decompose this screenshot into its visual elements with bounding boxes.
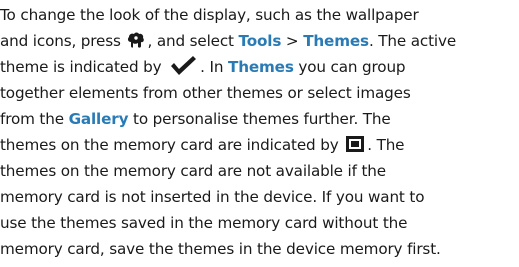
menu-keyword: Tools	[238, 32, 282, 50]
text-segment: >	[281, 32, 304, 50]
check-icon	[168, 54, 198, 76]
document: To change the look of the display, such …	[0, 0, 519, 267]
text-line: use the themes saved in the memory card …	[0, 210, 519, 236]
text-line: themes on the memory card are indicated …	[0, 132, 519, 158]
text-line: memory card is not inserted in the devic…	[0, 184, 519, 210]
text-segment: . The active	[368, 32, 457, 50]
text-segment: together elements from other themes or s…	[0, 84, 411, 102]
text-line: together elements from other themes or s…	[0, 80, 519, 106]
text-segment: to personalise themes further. The	[128, 110, 391, 128]
menu-key-icon	[126, 31, 146, 49]
menu-keyword: Themes	[227, 58, 294, 76]
text-segment: from the	[0, 110, 69, 128]
menu-keyword: Themes	[303, 32, 369, 50]
text-segment: theme is indicated by	[0, 58, 167, 76]
text-line: To change the look of the display, such …	[0, 2, 519, 28]
text-line: from the Gallery to personalise themes f…	[0, 106, 519, 132]
text-segment: To change the look of the display, such …	[0, 6, 419, 24]
text-segment: use the themes saved in the memory card …	[0, 214, 408, 232]
text-segment: memory card is not inserted in the devic…	[0, 188, 425, 206]
text-line: and icons, press , and select Tools > Th…	[0, 28, 519, 54]
text-segment: themes on the memory card are not availa…	[0, 162, 386, 180]
text-line: theme is indicated by . In Themes you ca…	[0, 54, 519, 80]
text-segment: , and select	[147, 32, 239, 50]
memory-card-icon	[345, 135, 365, 153]
text-line: memory card, save the themes in the devi…	[0, 236, 519, 262]
themes-paragraph: To change the look of the display, such …	[0, 2, 519, 262]
text-line: themes on the memory card are not availa…	[0, 158, 519, 184]
text-segment: . The	[367, 136, 405, 154]
menu-keyword: Gallery	[68, 110, 129, 128]
text-segment: you can group	[293, 58, 406, 76]
text-segment: themes on the memory card are indicated …	[0, 136, 344, 154]
text-segment: memory card, save the themes in the devi…	[0, 240, 441, 258]
text-segment: . In	[200, 58, 228, 76]
text-segment: and icons, press	[0, 32, 126, 50]
